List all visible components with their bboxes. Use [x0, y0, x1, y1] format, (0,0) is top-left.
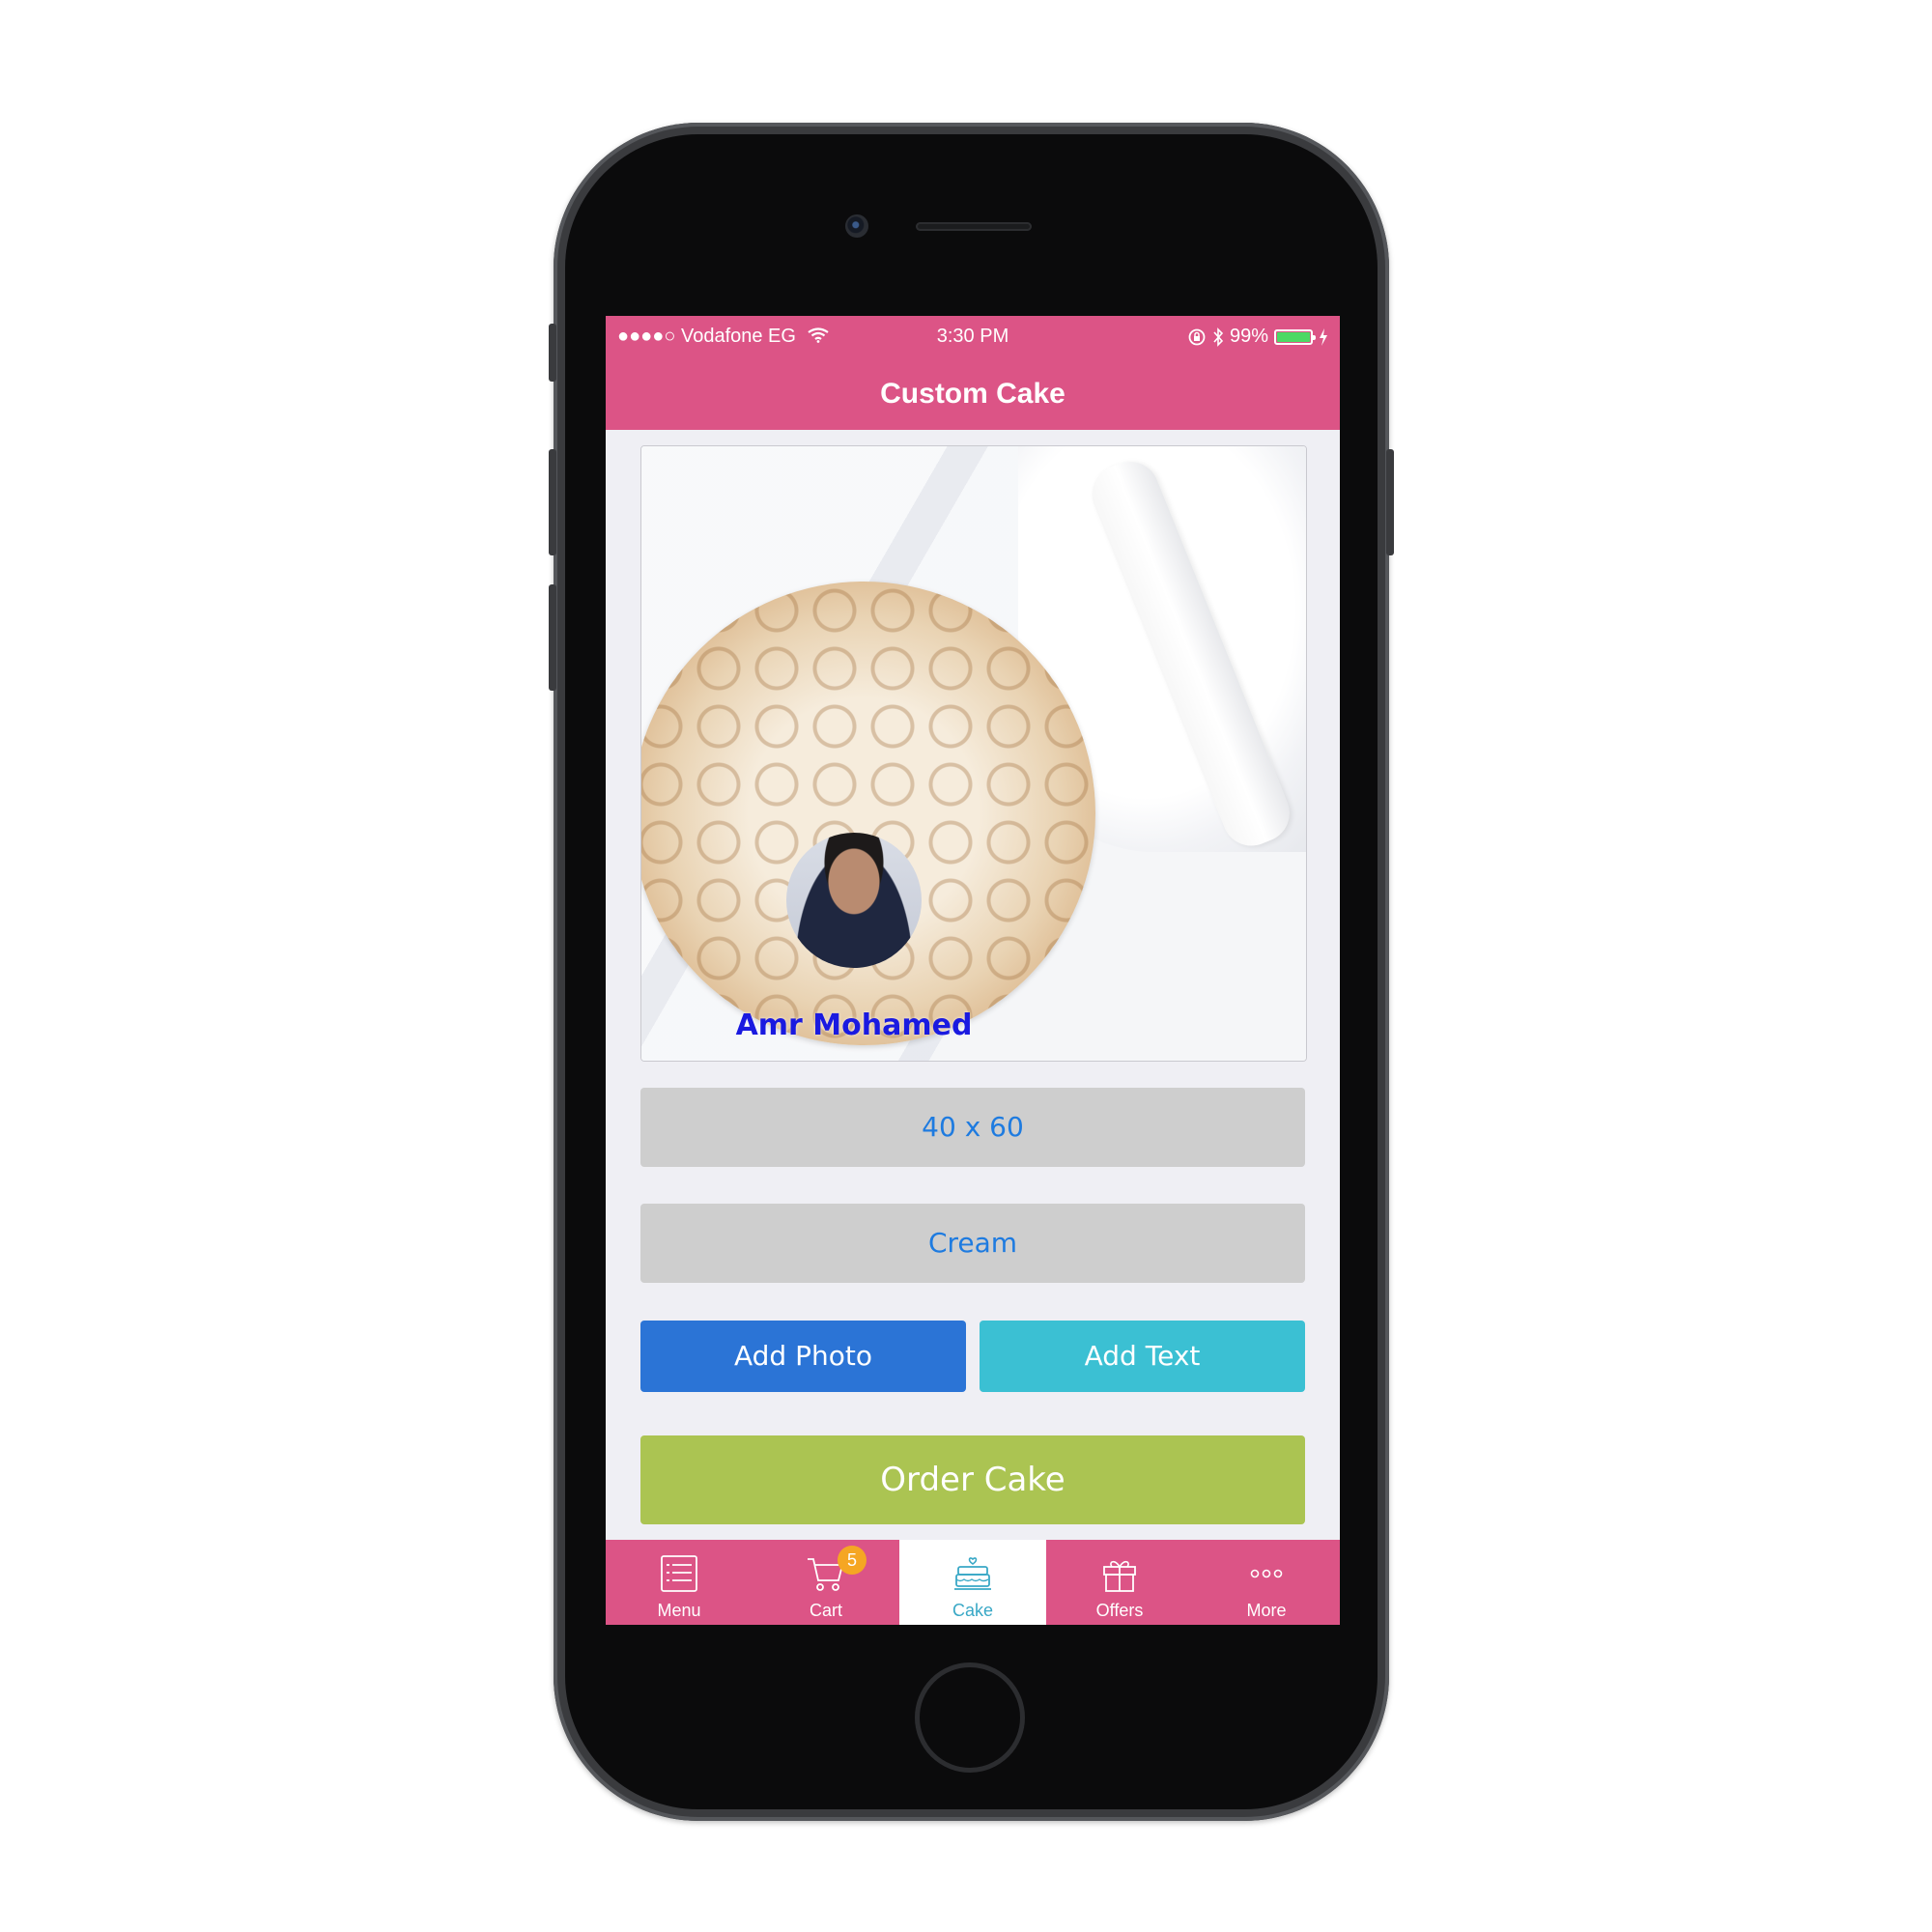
battery-fill [1277, 331, 1310, 342]
tab-cake-label: Cake [952, 1601, 994, 1620]
charging-icon [1320, 327, 1327, 346]
cake-preview[interactable]: Amr Mohamed [640, 445, 1307, 1062]
tab-bar: Menu 5 Cart Cake Offers More [606, 1540, 1340, 1625]
order-cake-button[interactable]: Order Cake [640, 1435, 1305, 1524]
home-button[interactable] [915, 1662, 1025, 1773]
tab-more[interactable]: More [1193, 1540, 1340, 1625]
tab-offers-label: Offers [1095, 1601, 1144, 1620]
gift-icon [1103, 1560, 1136, 1592]
page-title: Custom Cake [606, 358, 1340, 430]
earpiece-speaker [916, 222, 1032, 231]
status-bar: ●●●●○ Vodafone EG 3:30 PM 99% [606, 316, 1340, 358]
cake-custom-text[interactable]: Amr Mohamed [641, 1009, 1076, 1042]
front-camera [845, 214, 868, 238]
status-right: 99% [1187, 326, 1328, 348]
app-screen: ●●●●○ Vodafone EG 3:30 PM 99% Custom Cak… [606, 316, 1340, 1625]
add-text-button[interactable]: Add Text [980, 1321, 1305, 1392]
tab-cart-label: Cart [809, 1601, 842, 1620]
size-selector[interactable]: 40 x 60 [640, 1088, 1305, 1167]
cake-image: Amr Mohamed [641, 582, 1095, 1045]
cake-photo-avatar[interactable] [786, 833, 922, 968]
tab-cart[interactable]: 5 Cart [753, 1540, 899, 1625]
tab-menu-label: Menu [657, 1601, 701, 1620]
volume-up-button [549, 449, 556, 555]
tab-cake[interactable]: Cake [899, 1540, 1046, 1625]
list-icon [661, 1555, 697, 1592]
tab-menu[interactable]: Menu [606, 1540, 753, 1625]
orientation-lock-icon [1188, 328, 1206, 345]
battery-icon [1274, 328, 1316, 345]
mute-switch [549, 324, 556, 382]
battery-percent: 99% [1229, 326, 1268, 347]
add-photo-button[interactable]: Add Photo [640, 1321, 966, 1392]
bluetooth-icon [1213, 327, 1224, 347]
cake-icon [954, 1557, 991, 1590]
tab-more-label: More [1246, 1601, 1287, 1620]
power-button [1386, 449, 1394, 555]
flavor-selector[interactable]: Cream [640, 1204, 1305, 1283]
cart-badge: 5 [838, 1546, 867, 1575]
volume-down-button [549, 584, 556, 691]
more-dots-icon [1250, 1569, 1283, 1578]
tab-offers[interactable]: Offers [1046, 1540, 1193, 1625]
